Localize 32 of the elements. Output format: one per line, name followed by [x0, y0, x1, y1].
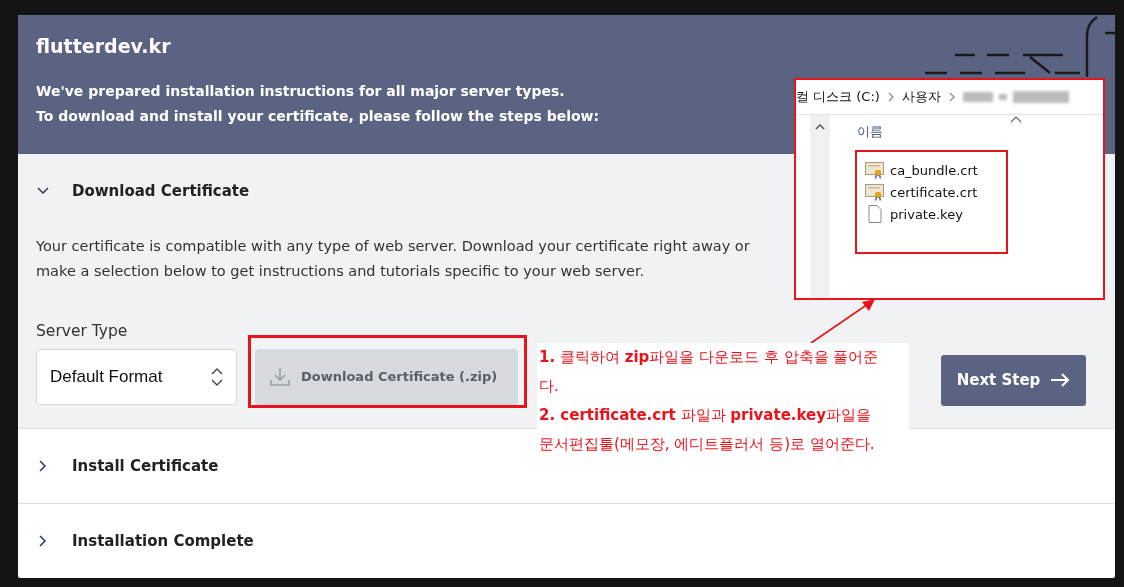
chevron-right-icon — [948, 92, 955, 102]
description-text: Your certificate is compatible with any type of web server. Download your certificate right away or make a selection below to get instructions and tutorials specific to your web server. — [36, 236, 751, 281]
intro-text: We've prepared installation instructions for all major server types. — [36, 82, 565, 101]
certificate-icon — [865, 161, 885, 179]
annotation-text: 1. 클릭하여 zip파일을 다운로드 후 압축을 풀어준다. — [539, 347, 879, 397]
file-item[interactable]: ca_bundle.crt — [865, 161, 1103, 179]
sort-caret-icon — [1010, 115, 1022, 123]
file-item[interactable]: certificate.crt — [865, 183, 1103, 201]
arrow-right-icon — [1050, 373, 1071, 387]
next-step-button[interactable]: Next Step — [941, 354, 1086, 406]
breadcrumb-item[interactable]: 사용자 — [901, 88, 941, 106]
breadcrumb-item[interactable]: 컬 디스크 (C:) — [796, 88, 880, 106]
chevron-right-icon — [887, 92, 894, 102]
scroll-up-icon — [815, 123, 825, 131]
step-title: Installation Complete — [72, 532, 254, 550]
scrollbar[interactable] — [810, 115, 830, 298]
file-item[interactable]: private.key — [865, 205, 1103, 223]
file-icon — [865, 205, 885, 223]
accordion-header[interactable]: Install Certificate — [18, 429, 219, 503]
server-type-select[interactable]: Default Format — [36, 348, 237, 405]
download-icon — [269, 366, 291, 387]
annotation-text: 2. certificate.crt 파일과 private.key파일을 문서편집툴(메모장, 에디트플러서 등)로 열어준다. — [539, 405, 876, 455]
updown-caret-icon — [210, 366, 224, 387]
field-label: Server Type — [36, 321, 129, 340]
step-title: Install Certificate — [72, 457, 219, 475]
step-title: Download Certificate — [72, 181, 250, 200]
site-title: flutterdev.kr — [36, 35, 172, 57]
column-header[interactable]: 이름 — [857, 123, 1103, 141]
certificate-icon — [865, 183, 885, 201]
accordion-header[interactable]: Download Certificate — [18, 153, 250, 228]
accordion-header[interactable]: Installation Complete — [18, 504, 254, 578]
intro-text: To download and install your certificate, please follow the steps below: — [36, 107, 600, 126]
